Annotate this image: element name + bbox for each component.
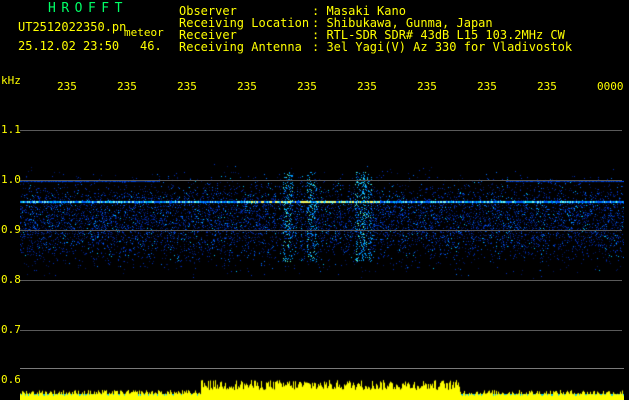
x-tick-label: 235 [417, 80, 437, 93]
file-suffix: meteor [124, 26, 164, 39]
file-count: 46. [140, 39, 162, 53]
spectrum-level-bar [20, 370, 624, 400]
y-tick-label: 1.0 [1, 173, 21, 186]
separator-line [20, 368, 624, 369]
y-tick-label: 1.1 [1, 123, 21, 136]
x-tick-label: 235 [177, 80, 197, 93]
x-tick-label: 235 [57, 80, 77, 93]
grid-line [20, 180, 622, 181]
antenna-value: : 3el Yagi(V) Az 330 for Vladivostok [312, 40, 573, 54]
x-tick-label: 235 [477, 80, 497, 93]
grid-line [20, 230, 622, 231]
grid-line [20, 130, 622, 131]
grid-line [20, 280, 622, 281]
x-tick-label: 235 [237, 80, 257, 93]
file-datetime: 25.12.02 23:50 [18, 39, 120, 53]
x-tick-label: 235 [297, 80, 317, 93]
y-tick-label: 0.6 [1, 373, 21, 386]
file-name: UT2512022350.pn [18, 20, 127, 34]
y-tick-label: 0.7 [1, 323, 21, 336]
waterfall-spectrogram [20, 92, 624, 400]
axis-unit-label: kHz [1, 74, 21, 87]
x-tick-label: 235 [357, 80, 377, 93]
antenna-label: Receiving Antenna [179, 40, 302, 54]
y-tick-label: 0.8 [1, 273, 21, 286]
x-tick-label: 235 [537, 80, 557, 93]
app-title: HROFFT [48, 1, 128, 16]
x-tick-label: 0000 [597, 80, 624, 93]
grid-line [20, 330, 622, 331]
x-tick-label: 235 [117, 80, 137, 93]
y-tick-label: 0.9 [1, 223, 21, 236]
